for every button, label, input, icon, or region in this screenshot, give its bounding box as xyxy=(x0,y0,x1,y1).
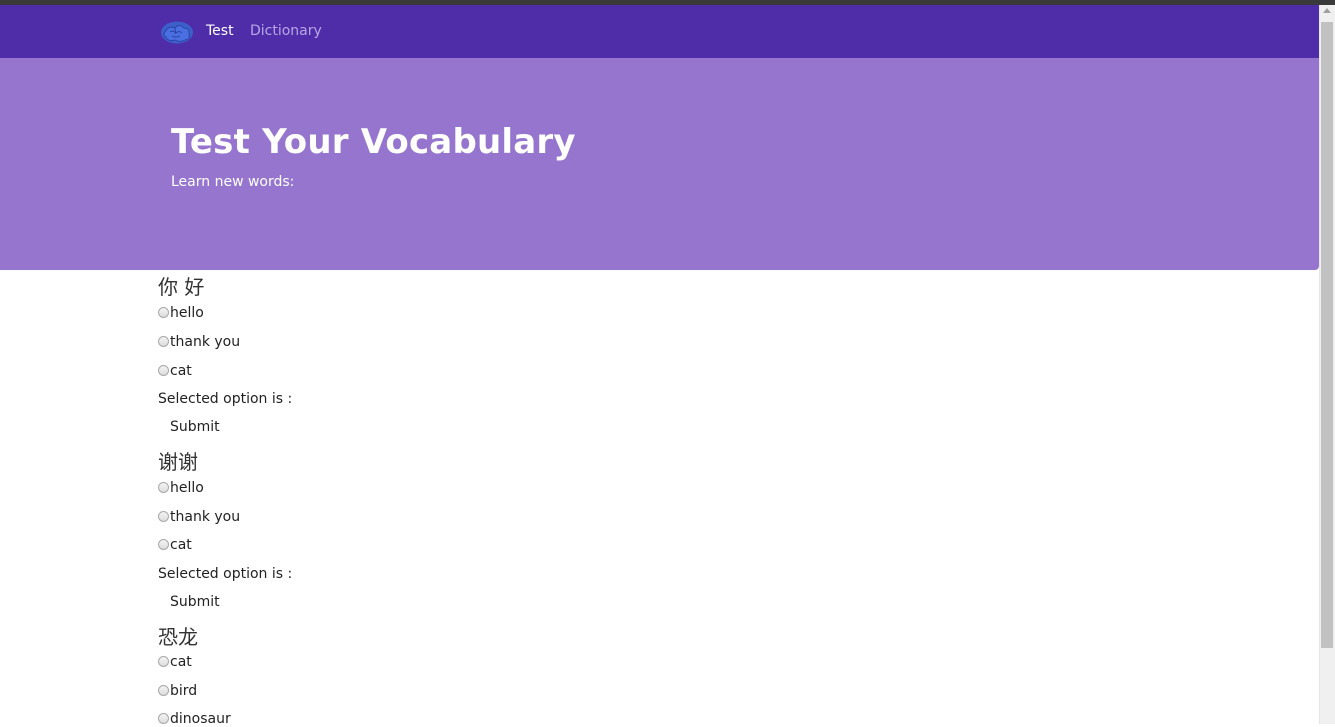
option-radio[interactable] xyxy=(158,656,169,667)
option-radio[interactable] xyxy=(158,539,169,550)
scrollbar-thumb[interactable] xyxy=(1321,22,1333,648)
option-radio[interactable] xyxy=(158,365,169,376)
option-label: thank you xyxy=(170,509,241,525)
option-radio[interactable] xyxy=(158,685,169,696)
selected-option-text: Selected option is : xyxy=(158,391,293,407)
option-label: hello xyxy=(170,480,204,496)
selected-option-text: Selected option is : xyxy=(158,566,293,582)
option-label: bird xyxy=(170,683,198,699)
submit-button[interactable]: Submit xyxy=(162,592,228,612)
scroll-up-arrow-icon[interactable] xyxy=(1323,8,1331,13)
option-label: cat xyxy=(170,363,192,379)
option-label: cat xyxy=(170,654,192,670)
option-label: hello xyxy=(170,305,204,321)
option-label: cat xyxy=(170,537,192,553)
question-word: 恐龙 xyxy=(158,625,198,649)
question-word: 你 好 xyxy=(158,275,205,299)
option-label: thank you xyxy=(170,334,241,350)
submit-button[interactable]: Submit xyxy=(162,417,228,437)
quiz-content: 你 好 hello thank you cat Selected option … xyxy=(0,0,1319,727)
option-radio[interactable] xyxy=(158,713,169,724)
question-word: 谢谢 xyxy=(158,450,198,474)
option-radio[interactable] xyxy=(158,511,169,522)
option-radio[interactable] xyxy=(158,307,169,318)
option-label: dinosaur xyxy=(170,711,231,727)
option-radio[interactable] xyxy=(158,336,169,347)
option-radio[interactable] xyxy=(158,482,169,493)
